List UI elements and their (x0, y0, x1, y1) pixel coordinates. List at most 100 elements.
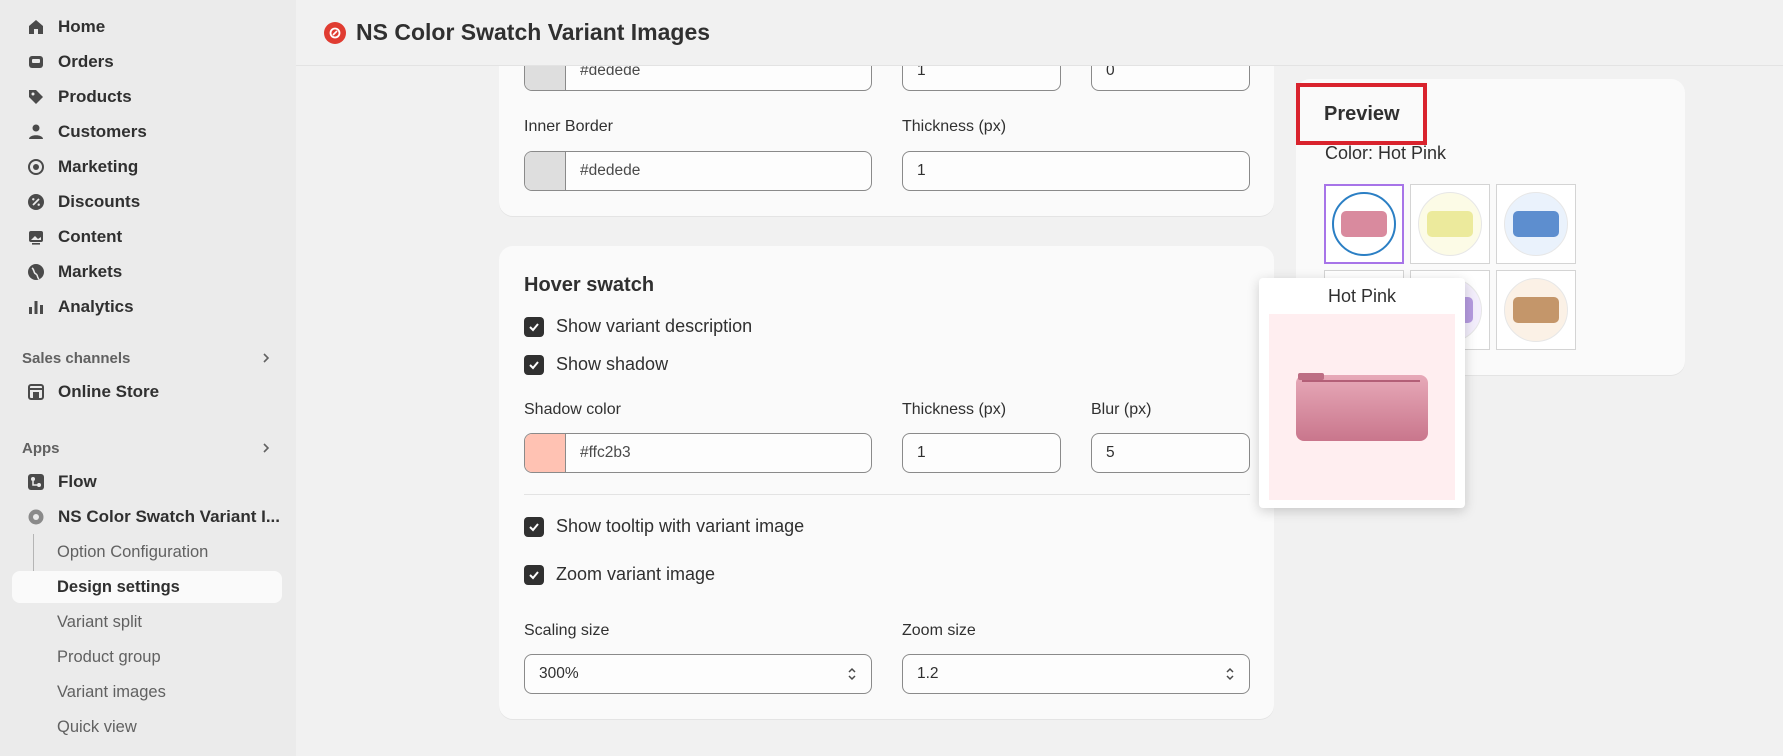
field-value: 1 (917, 162, 926, 179)
nav-item-marketing[interactable]: Marketing (12, 150, 282, 184)
swatch-image (1427, 211, 1473, 237)
subnav-design-settings[interactable]: Design settings (12, 571, 282, 603)
hover-swatch-title: Hover swatch (524, 274, 655, 296)
inner-border-thickness-field[interactable]: 1 (902, 151, 1250, 191)
partial-number-field[interactable]: 1 (902, 66, 1061, 91)
main-content: #dedede 1 0 Inner Border #dedede Thickne… (296, 66, 1783, 756)
field-value: 1 (917, 444, 926, 461)
check-icon (529, 360, 539, 369)
zoom-variant-image-checkbox[interactable]: Zoom variant image (524, 564, 715, 585)
nav-item-home[interactable]: Home (12, 10, 282, 44)
tag-icon (29, 90, 43, 104)
subnav-quick-view[interactable]: Quick view (57, 711, 282, 743)
swatch-yellow[interactable] (1410, 184, 1490, 264)
sales-channels-heading[interactable]: Sales channels (22, 346, 272, 370)
shadow-color-field[interactable]: #ffc2b3 (524, 433, 872, 473)
zoom-size-label: Zoom size (902, 622, 976, 639)
zoom-size-select[interactable]: 1.2 (902, 654, 1250, 694)
chevron-right-icon (263, 443, 270, 453)
nav-item-online-store[interactable]: Online Store (12, 375, 282, 409)
color-value: #dedede (580, 66, 641, 79)
nav-item-label: Orders (58, 52, 114, 71)
globe-icon (28, 264, 44, 280)
swatch-image (1513, 297, 1559, 323)
blur-field[interactable]: 5 (1091, 433, 1250, 473)
thickness-label: Thickness (px) (902, 118, 1007, 135)
select-value: 300% (539, 665, 579, 682)
swatch-image (1341, 211, 1387, 237)
nav-item-ns-color-swatch[interactable]: NS Color Swatch Variant I... (12, 500, 282, 534)
scaling-size-select[interactable]: 300% (524, 654, 872, 694)
scaling-size-label: Scaling size (524, 622, 610, 639)
show-variant-description-checkbox[interactable]: Show variant description (524, 316, 752, 337)
nav-item-label: Products (58, 87, 132, 106)
partial-number-field-2[interactable]: 0 (1091, 66, 1250, 91)
person-icon (29, 124, 43, 139)
check-icon (529, 322, 539, 331)
nav-item-products[interactable]: Products (12, 80, 282, 114)
field-value: 0 (1106, 66, 1115, 79)
nav-item-label: Discounts (58, 192, 141, 211)
subnav-variant-images[interactable]: Variant images (57, 676, 282, 708)
shadow-color-label: Shadow color (524, 401, 621, 418)
inbox-icon (29, 56, 43, 68)
swatch-blue[interactable] (1496, 184, 1576, 264)
nav-item-label: Flow (58, 472, 97, 491)
home-icon (29, 20, 43, 34)
inner-border-label: Inner Border (524, 118, 613, 135)
checkbox-checked[interactable] (524, 516, 544, 537)
swatch-circle (1418, 192, 1482, 256)
show-shadow-checkbox[interactable]: Show shadow (524, 354, 668, 375)
check-icon (529, 570, 539, 579)
swatch-hot-pink[interactable] (1324, 184, 1404, 264)
subnav-option-configuration[interactable]: Option Configuration (57, 536, 282, 568)
nav-item-discounts[interactable]: Discounts (12, 185, 282, 219)
nav-item-orders[interactable]: Orders (12, 45, 282, 79)
store-icon (28, 384, 44, 400)
nav-item-flow[interactable]: Flow (12, 465, 282, 499)
inner-border-color-field[interactable]: #dedede (524, 151, 872, 191)
nav-item-analytics[interactable]: Analytics (12, 290, 282, 324)
app-logo-icon (324, 21, 346, 44)
shadow-thickness-field[interactable]: 1 (902, 433, 1061, 473)
nav-item-label: Content (58, 227, 123, 246)
checkbox-label: Show shadow (556, 354, 669, 374)
image-icon (29, 231, 43, 245)
swatch-circle (1332, 192, 1396, 256)
chevron-right-icon (263, 353, 270, 363)
checkbox-checked[interactable] (524, 564, 544, 585)
partial-color-field[interactable]: #dedede (524, 66, 872, 91)
tooltip-variant-image (1269, 314, 1455, 500)
swatch-tan[interactable] (1496, 270, 1576, 350)
color-chip (525, 434, 566, 472)
target-icon (28, 159, 44, 175)
flow-icon (28, 474, 44, 490)
nav-item-label: Online Store (58, 382, 160, 401)
sidebar: Home Orders Products Customers Marketing… (0, 0, 296, 756)
subnav-product-group[interactable]: Product group (57, 641, 282, 673)
nav-item-label: Customers (58, 122, 147, 141)
nav-item-label: NS Color Swatch Variant I... (58, 507, 280, 526)
select-arrows-icon (848, 667, 856, 681)
nav-item-customers[interactable]: Customers (12, 115, 282, 149)
subnav-variant-split[interactable]: Variant split (57, 606, 282, 638)
swatch-image (1513, 211, 1559, 237)
swatch-circle (1504, 192, 1568, 256)
nav-item-label: Analytics (58, 297, 134, 316)
nav-item-markets[interactable]: Markets (12, 255, 282, 289)
nav-item-content[interactable]: Content (12, 220, 282, 254)
tooltip-title: Hot Pink (1327, 286, 1397, 306)
divider (524, 494, 1250, 495)
checkbox-checked[interactable] (524, 316, 544, 337)
color-chip (525, 66, 566, 90)
app-icon (28, 509, 44, 525)
nav-item-label: Home (58, 17, 106, 36)
field-value: 1 (917, 66, 926, 79)
show-tooltip-checkbox[interactable]: Show tooltip with variant image (524, 516, 804, 537)
discount-icon (28, 194, 44, 210)
hover-swatch-card: Hover swatch Show variant description Sh… (499, 246, 1274, 719)
checkbox-checked[interactable] (524, 354, 544, 375)
apps-heading[interactable]: Apps (22, 436, 272, 460)
page-title: NS Color Swatch Variant Images (356, 19, 711, 45)
checkbox-label: Zoom variant image (556, 564, 716, 584)
